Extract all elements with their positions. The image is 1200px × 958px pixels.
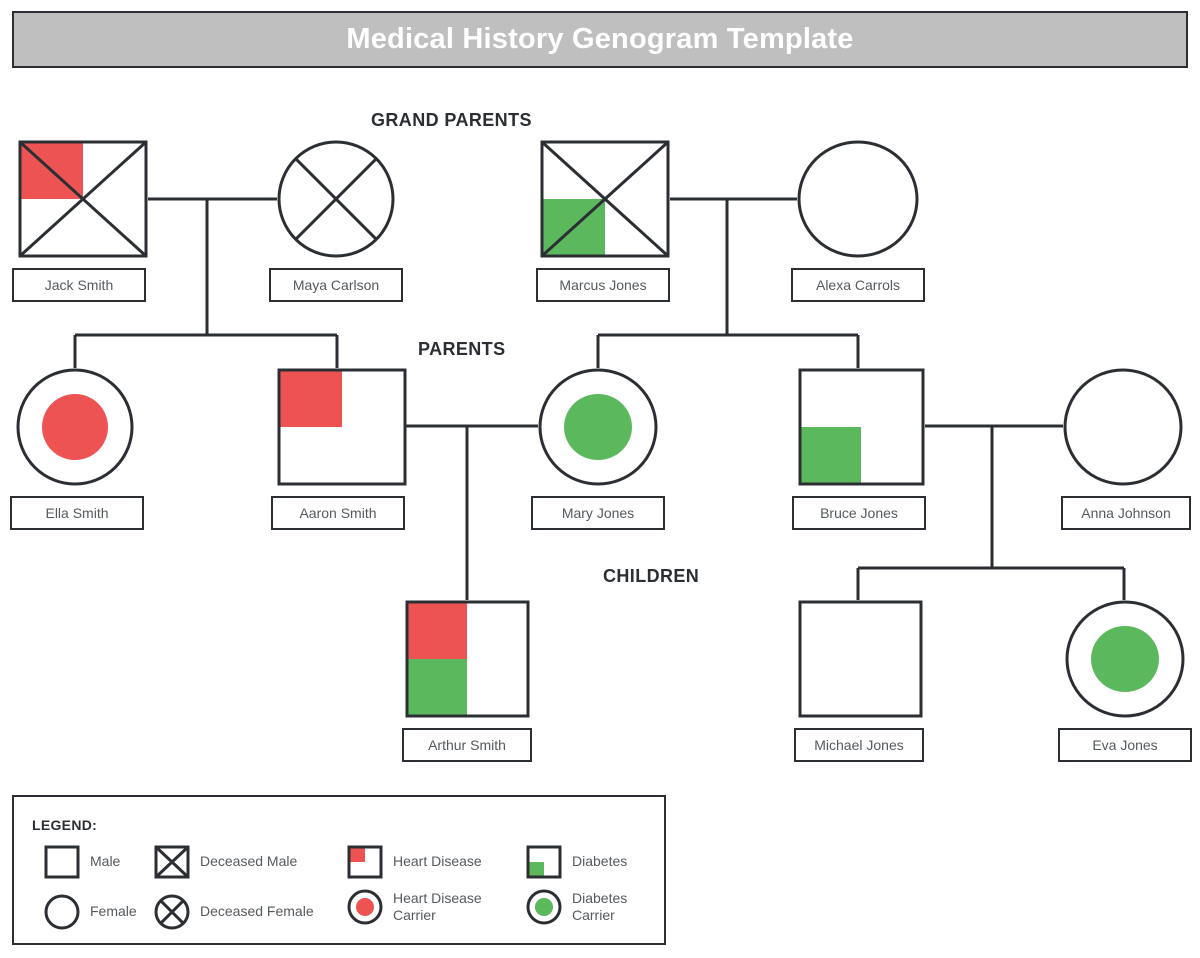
genogram-canvas: Medical History Genogram Template GRAND … (0, 0, 1200, 958)
legend-item-diabetes: Diabetes (526, 845, 627, 879)
title-banner: Medical History Genogram Template (12, 11, 1188, 68)
square-diabetes-icon (526, 845, 562, 879)
name-box-marcus-jones: Marcus Jones (536, 268, 670, 302)
legend-label-deceased-male: Deceased Male (200, 853, 298, 870)
symbol-square-deceased-heart (18, 140, 148, 258)
legend-label-heart-disease-carrier: Heart Disease Carrier (393, 889, 482, 924)
legend-label-deceased-female: Deceased Female (200, 903, 314, 920)
section-header-parents: PARENTS (418, 339, 506, 359)
name-box-alexa-carrols: Alexa Carrols (791, 268, 925, 302)
section-header-children: CHILDREN (603, 566, 700, 586)
name-box-eva-jones: Eva Jones (1058, 728, 1192, 762)
name-box-ella-smith: Ella Smith (10, 496, 144, 530)
name-box-aaron-smith: Aaron Smith (271, 496, 405, 530)
legend-label-diabetes: Diabetes (572, 853, 628, 870)
name-box-jack-smith: Jack Smith (12, 268, 146, 302)
name-box-bruce-jones: Bruce Jones (792, 496, 926, 530)
square-heart-disease-icon (347, 845, 383, 879)
circle-diabetes-carrier-icon (526, 889, 562, 925)
section-header-grandparents: GRAND PARENTS (371, 110, 532, 130)
page-title: Medical History Genogram Template (346, 23, 854, 55)
legend-item-male: Male (44, 845, 120, 879)
symbol-square (798, 600, 923, 718)
square-icon (44, 845, 80, 879)
symbol-circle (797, 140, 919, 258)
symbol-circle-diabetes-carrier (538, 368, 658, 486)
name-box-anna-johnson: Anna Johnson (1061, 496, 1191, 530)
symbol-square-heart (277, 368, 407, 486)
symbol-circle-heart-carrier (16, 368, 134, 486)
symbol-circle-diabetes-carrier (1065, 600, 1185, 718)
name-box-arthur-smith: Arthur Smith (402, 728, 532, 762)
circle-heart-carrier-icon (347, 889, 383, 925)
circle-icon (44, 894, 80, 930)
legend: LEGEND: Male Deceased Male Heart Disease (12, 795, 666, 945)
circle-x-icon (154, 894, 190, 930)
legend-label-heart-disease: Heart Disease (393, 853, 482, 870)
legend-item-heart-disease-carrier: Heart Disease Carrier (347, 889, 482, 925)
name-box-mary-jones: Mary Jones (531, 496, 665, 530)
symbol-square-diabetes (798, 368, 925, 486)
legend-item-female: Female (44, 894, 137, 930)
symbol-square-heart-diabetes (405, 600, 530, 718)
legend-item-deceased-female: Deceased Female (154, 894, 314, 930)
name-box-maya-carlson: Maya Carlson (269, 268, 403, 302)
legend-label-diabetes-carrier: Diabetes Carrier (572, 889, 628, 924)
name-box-michael-jones: Michael Jones (794, 728, 924, 762)
symbol-circle (1063, 368, 1183, 486)
square-x-icon (154, 845, 190, 879)
legend-title: LEGEND: (32, 817, 98, 833)
legend-item-diabetes-carrier: Diabetes Carrier (526, 889, 627, 925)
legend-item-deceased-male: Deceased Male (154, 845, 297, 879)
symbol-circle-deceased (277, 140, 395, 258)
symbol-square-deceased-diabetes (540, 140, 670, 258)
legend-label-female: Female (90, 903, 137, 920)
legend-label-male: Male (90, 853, 121, 870)
legend-item-heart-disease: Heart Disease (347, 845, 482, 879)
